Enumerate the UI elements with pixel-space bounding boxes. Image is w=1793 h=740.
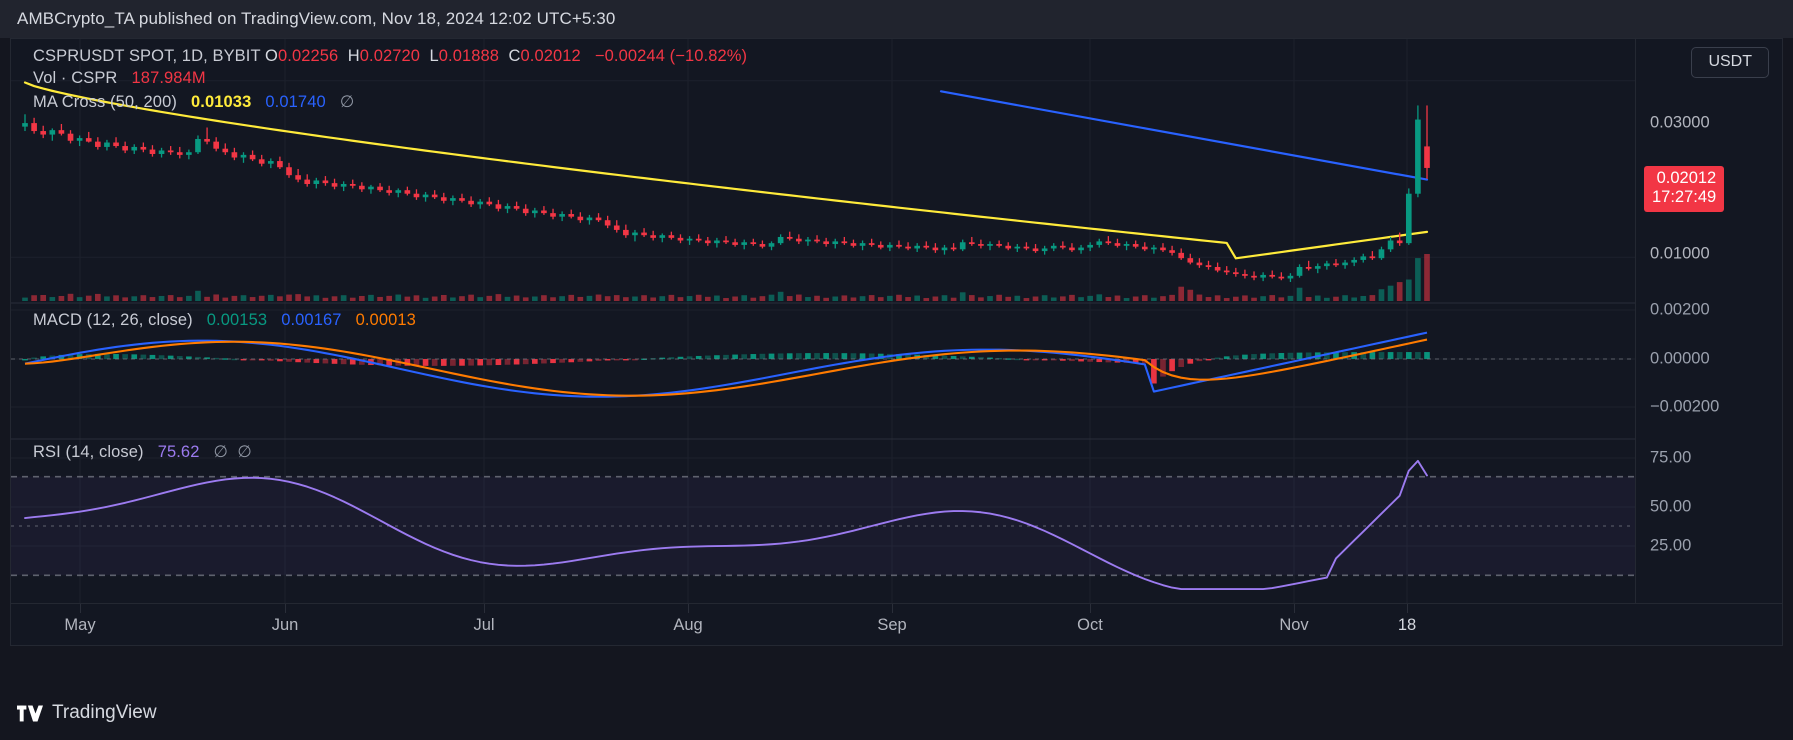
- ma-cross-value-2: 0.01740: [265, 93, 326, 111]
- macd-axis-label: −0.00200: [1650, 397, 1720, 416]
- time-axis-label: Nov: [1279, 616, 1309, 634]
- legend-volume[interactable]: Vol · CSPR 187.984M: [33, 69, 206, 88]
- time-tick-line: [1407, 604, 1408, 613]
- ma-cross-title[interactable]: MA Cross (50, 200): [33, 93, 177, 111]
- rsi-title[interactable]: RSI (14, close): [33, 443, 144, 461]
- time-tick-line: [285, 604, 286, 613]
- ohlc-c-value: 0.02012: [520, 47, 581, 65]
- symbol-label[interactable]: CSPRUSDT SPOT, 1D, BYBIT: [33, 47, 260, 65]
- macd-value-2: 0.00167: [281, 311, 342, 329]
- currency-badge[interactable]: USDT: [1691, 47, 1769, 78]
- macd-value-3: 0.00013: [355, 311, 416, 329]
- time-axis-label: May: [64, 616, 96, 634]
- ohlc-h-value: 0.02720: [359, 47, 421, 65]
- ma-cross-value-3: ∅: [339, 93, 355, 111]
- last-price-countdown: 17:27:49: [1652, 188, 1717, 207]
- tradingview-brand-text: TradingView: [52, 702, 157, 723]
- time-tick-line: [484, 604, 485, 613]
- rsi-value-1: 75.62: [157, 443, 200, 461]
- time-tick-line: [1294, 604, 1295, 613]
- ohlc-c-label: C: [508, 47, 521, 65]
- attribution-bar: AMBCrypto_TA published on TradingView.co…: [0, 0, 1793, 38]
- time-axis-label: Jun: [271, 616, 299, 634]
- tradingview-logo-icon: [17, 705, 43, 721]
- time-axis-label: Oct: [1077, 616, 1103, 634]
- rsi-value-2: ∅: [213, 443, 229, 461]
- volume-title[interactable]: Vol · CSPR: [33, 69, 117, 87]
- time-axis-label: Sep: [877, 616, 907, 634]
- time-axis-label: Jul: [473, 616, 495, 634]
- rsi-axis-label: 75.00: [1650, 448, 1692, 467]
- ohlc-o-label: O: [265, 47, 278, 65]
- last-price-value: 0.02012: [1656, 169, 1717, 188]
- time-tick-line: [80, 604, 81, 613]
- price-axis-label: 0.03000: [1650, 113, 1710, 132]
- price-axis-label: 0.01000: [1650, 244, 1710, 263]
- time-axis[interactable]: May Jun Jul Aug Sep Oct Nov 18: [10, 604, 1783, 646]
- ohlc-o-value: 0.02256: [277, 47, 339, 65]
- legend-rsi[interactable]: RSI (14, close) 75.62 ∅ ∅: [33, 442, 252, 462]
- last-price-badge[interactable]: 0.02012 17:27:49: [1644, 166, 1725, 212]
- rsi-axis-label: 25.00: [1650, 536, 1692, 555]
- legend-price[interactable]: CSPRUSDT SPOT, 1D, BYBIT O0.02256 H0.027…: [33, 47, 747, 66]
- time-tick-line: [892, 604, 893, 613]
- legend-ma-cross[interactable]: MA Cross (50, 200) 0.01033 0.01740 ∅: [33, 92, 354, 112]
- price-axis[interactable]: USDT 0.03000 0.01000 0.02012 17:27:49 0.…: [1635, 39, 1782, 603]
- time-tick-line: [688, 604, 689, 613]
- macd-value-1: 0.00153: [206, 311, 268, 329]
- ohlc-h-label: H: [347, 47, 360, 65]
- tradingview-footer: TradingView: [17, 702, 157, 724]
- tradingview-chart-screenshot: AMBCrypto_TA published on TradingView.co…: [0, 0, 1793, 740]
- time-tick-line: [1090, 604, 1091, 613]
- legend-macd[interactable]: MACD (12, 26, close) 0.00153 0.00167 0.0…: [33, 311, 416, 330]
- ma-cross-value-1: 0.01033: [191, 93, 252, 111]
- rsi-axis-label: 50.00: [1650, 497, 1692, 516]
- time-axis-label: Aug: [673, 616, 703, 634]
- ohlc-l-value: 0.01888: [438, 47, 500, 65]
- volume-value: 187.984M: [131, 69, 206, 87]
- rsi-value-3: ∅: [237, 443, 252, 461]
- chart-frame: USDT 0.03000 0.01000 0.02012 17:27:49 0.…: [10, 38, 1783, 604]
- time-axis-label: 18: [1397, 616, 1417, 634]
- macd-title[interactable]: MACD (12, 26, close): [33, 311, 193, 329]
- macd-axis-label: 0.00000: [1650, 349, 1710, 368]
- ohlc-l-label: L: [429, 47, 439, 65]
- macd-axis-label: 0.00200: [1650, 300, 1710, 319]
- price-change: −0.00244 (−10.82%): [594, 47, 748, 65]
